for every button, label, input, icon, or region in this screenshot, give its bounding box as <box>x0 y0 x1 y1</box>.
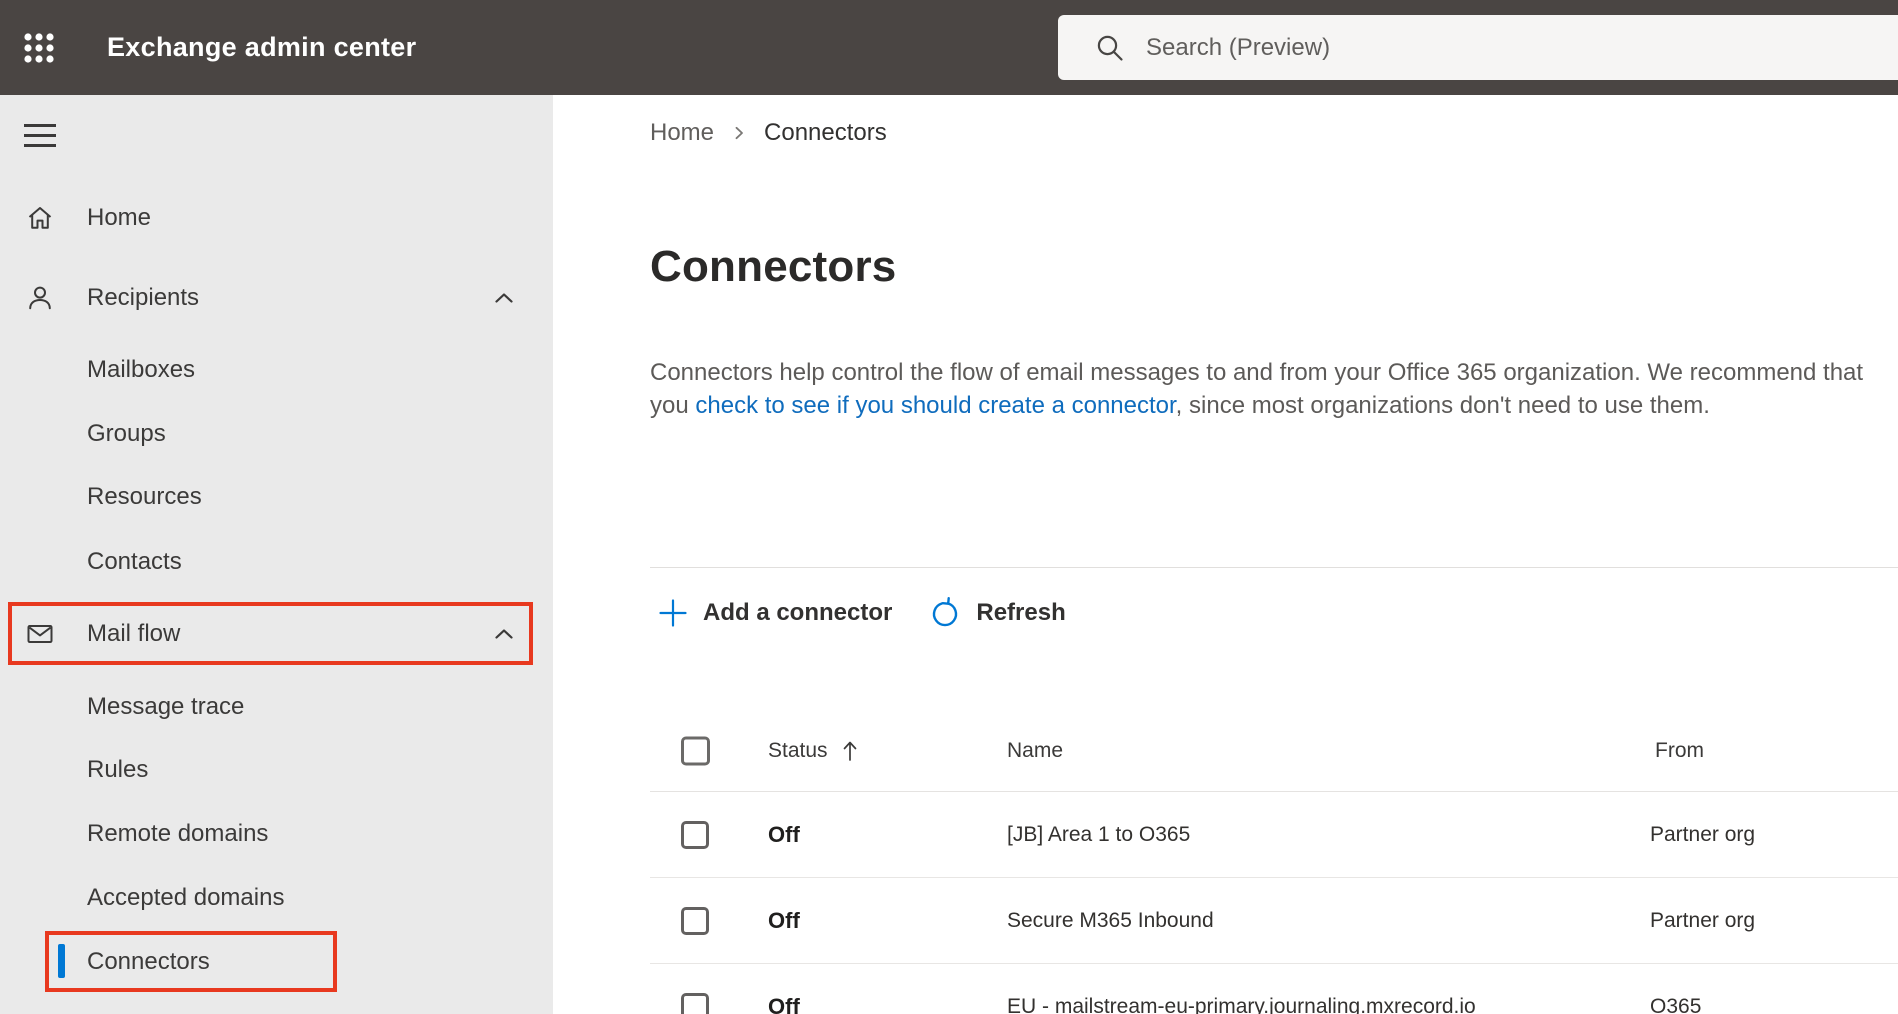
from-cell: O365 <box>1650 995 1702 1014</box>
sidebar-item-mail-flow[interactable]: Mail flow <box>0 602 553 666</box>
chevron-up-icon[interactable] <box>492 622 516 646</box>
person-icon <box>24 282 56 314</box>
page-description: Connectors help control the flow of emai… <box>650 356 1880 422</box>
sort-ascending-icon <box>843 741 856 761</box>
from-cell: Partner org <box>1650 908 1756 932</box>
chevron-up-icon[interactable] <box>492 286 516 310</box>
status-header-label: Status <box>768 738 828 762</box>
sidebar-item-contacts[interactable]: Contacts <box>0 530 553 594</box>
row-checkbox[interactable] <box>681 820 709 849</box>
connector-name-link[interactable]: [JB] Area 1 to O365 <box>1007 823 1190 847</box>
status-cell: Off <box>768 994 800 1014</box>
hamburger-icon <box>24 124 56 127</box>
table-header-row: Status Name From <box>650 710 1898 792</box>
sidebar-item-home[interactable]: Home <box>0 186 553 250</box>
sidebar-item-rules[interactable]: Rules <box>0 738 553 802</box>
sidebar-item-label: Accepted domains <box>87 884 285 911</box>
search-icon <box>1097 35 1123 61</box>
column-header-name[interactable]: Name <box>1007 739 1063 763</box>
selected-item-indicator <box>58 944 65 978</box>
sidebar-item-label: Rules <box>87 756 149 783</box>
sidebar-item-connectors[interactable]: Connectors <box>0 930 553 994</box>
table-row[interactable]: Off Secure M365 Inbound Partner org <box>650 878 1898 964</box>
sidebar-item-label: Connectors <box>87 948 210 975</box>
select-all-checkbox[interactable] <box>681 736 710 765</box>
plus-icon <box>659 599 687 627</box>
create-connector-check-link[interactable]: check to see if you should create a conn… <box>695 392 1175 419</box>
nav-collapse-button[interactable] <box>24 124 56 148</box>
sidebar-item-label: Contacts <box>87 548 182 575</box>
sidebar-item-label: Recipients <box>87 284 200 311</box>
sidebar-item-message-trace[interactable]: Message trace <box>0 675 553 739</box>
refresh-label: Refresh <box>976 599 1066 626</box>
search-input[interactable] <box>1146 33 1786 62</box>
description-text: , since most organizations don't need to… <box>1175 392 1710 419</box>
column-header-status[interactable]: Status <box>768 738 859 764</box>
row-checkbox[interactable] <box>681 993 709 1014</box>
from-cell: Partner org <box>1650 822 1756 846</box>
sidebar-item-label: Remote domains <box>87 820 269 847</box>
command-bar: Add a connector Refresh <box>657 591 1066 635</box>
breadcrumb-current: Connectors <box>764 119 887 146</box>
main-content: Home Connectors Connectors Connectors he… <box>553 95 1898 1014</box>
breadcrumb-home-link[interactable]: Home <box>650 116 714 149</box>
table-row[interactable]: Off [JB] Area 1 to O365 Partner org <box>650 792 1898 878</box>
sidebar-item-accepted-domains[interactable]: Accepted domains <box>0 866 553 930</box>
sidebar-item-recipients[interactable]: Recipients <box>0 266 553 330</box>
home-icon <box>24 202 56 234</box>
column-header-from[interactable]: From <box>1655 739 1704 763</box>
connectors-table: Status Name From Off [JB] Area 1 to O365… <box>650 710 1898 1014</box>
status-cell: Off <box>768 821 800 847</box>
exchange-admin-center-window: Exchange admin center Home <box>0 0 1898 1014</box>
add-connector-label: Add a connector <box>703 599 893 626</box>
sidebar-item-groups[interactable]: Groups <box>0 402 553 466</box>
add-connector-button[interactable]: Add a connector <box>657 597 892 629</box>
page-title: Connectors <box>650 242 897 291</box>
app-launcher-button[interactable] <box>14 23 64 73</box>
chevron-right-icon <box>730 124 748 142</box>
refresh-icon <box>933 597 958 627</box>
top-app-bar: Exchange admin center <box>0 0 1898 95</box>
connector-name-link[interactable]: EU - mailstream-eu-primary.journaling.mx… <box>1007 995 1476 1014</box>
toolbar-divider <box>650 567 1898 568</box>
sidebar-item-label: Mail flow <box>87 620 181 647</box>
sidebar-item-label: Message trace <box>87 693 245 720</box>
connector-name-link[interactable]: Secure M365 Inbound <box>1007 909 1214 933</box>
mail-icon <box>24 618 56 650</box>
status-cell: Off <box>768 907 800 933</box>
waffle-icon <box>24 33 54 63</box>
sidebar-item-remote-domains[interactable]: Remote domains <box>0 802 553 866</box>
refresh-button[interactable]: Refresh <box>928 596 1066 630</box>
sidebar-item-resources[interactable]: Resources <box>0 465 553 529</box>
app-title: Exchange admin center <box>107 32 417 62</box>
table-row[interactable]: Off EU - mailstream-eu-primary.journalin… <box>650 964 1898 1014</box>
left-navigation-pane: Home Recipients Mailboxes Groups Resourc… <box>0 95 553 1014</box>
row-checkbox[interactable] <box>681 906 709 935</box>
breadcrumb: Home Connectors <box>650 116 887 149</box>
sidebar-item-label: Mailboxes <box>87 356 196 383</box>
sidebar-item-mailboxes[interactable]: Mailboxes <box>0 338 553 402</box>
sidebar-item-label: Home <box>87 204 152 231</box>
sidebar-item-label: Resources <box>87 483 202 510</box>
search-box[interactable] <box>1058 15 1898 80</box>
sidebar-item-label: Groups <box>87 420 166 447</box>
